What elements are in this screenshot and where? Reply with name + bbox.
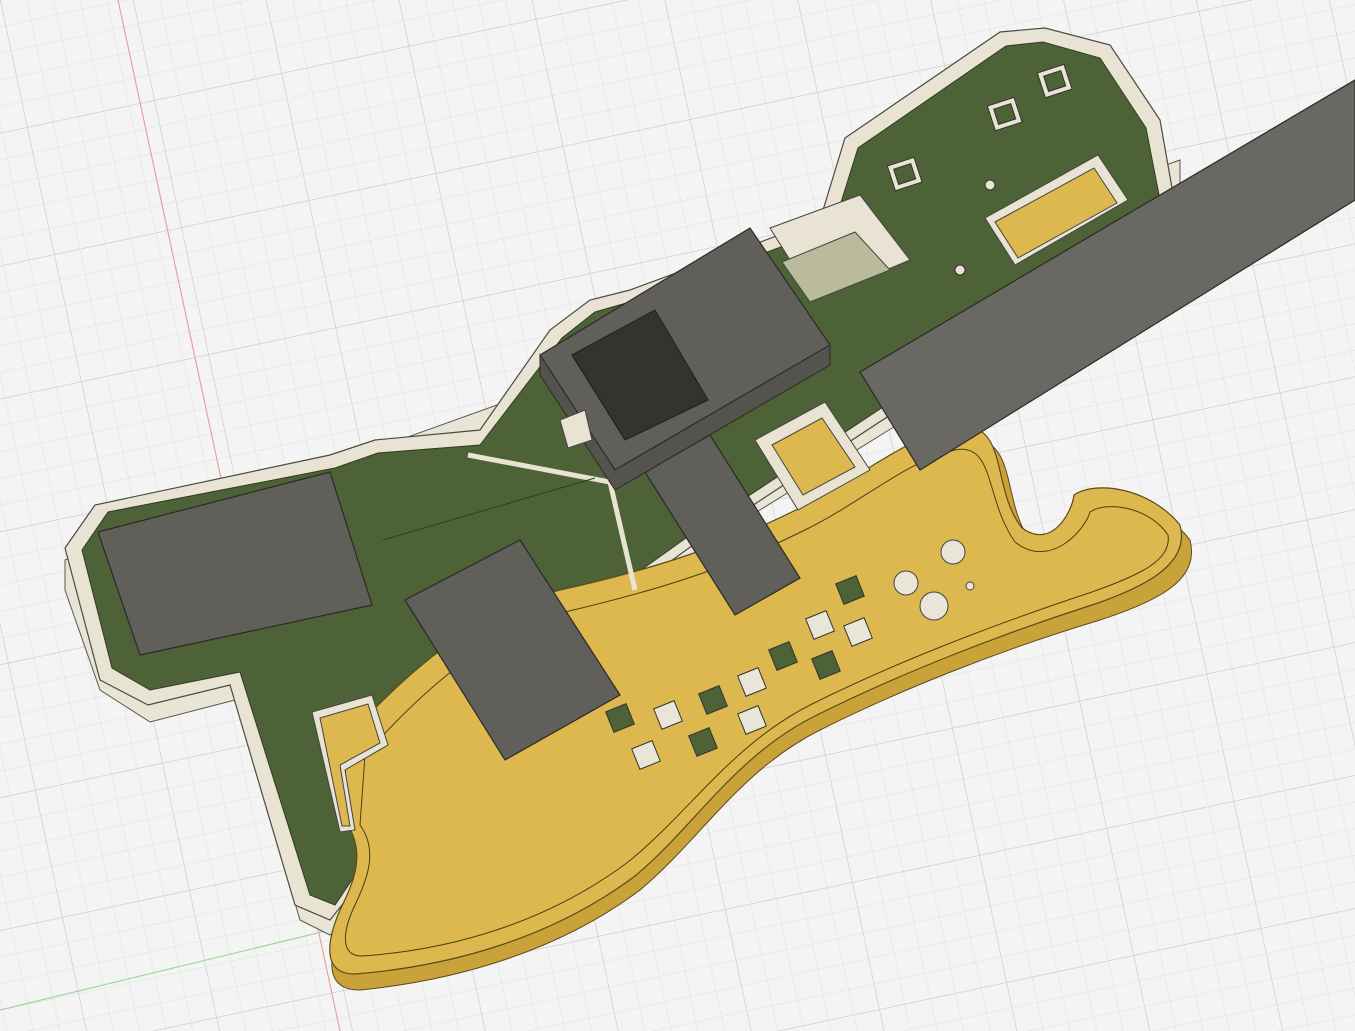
- mount-hole: [954, 264, 966, 276]
- round-pad-small: [965, 581, 975, 591]
- model-canvas[interactable]: [0, 0, 1355, 1031]
- round-pad: [893, 570, 919, 596]
- round-pad: [919, 591, 949, 621]
- mount-hole: [984, 179, 996, 191]
- round-pad: [940, 539, 966, 565]
- cad-3d-viewport[interactable]: [0, 0, 1355, 1031]
